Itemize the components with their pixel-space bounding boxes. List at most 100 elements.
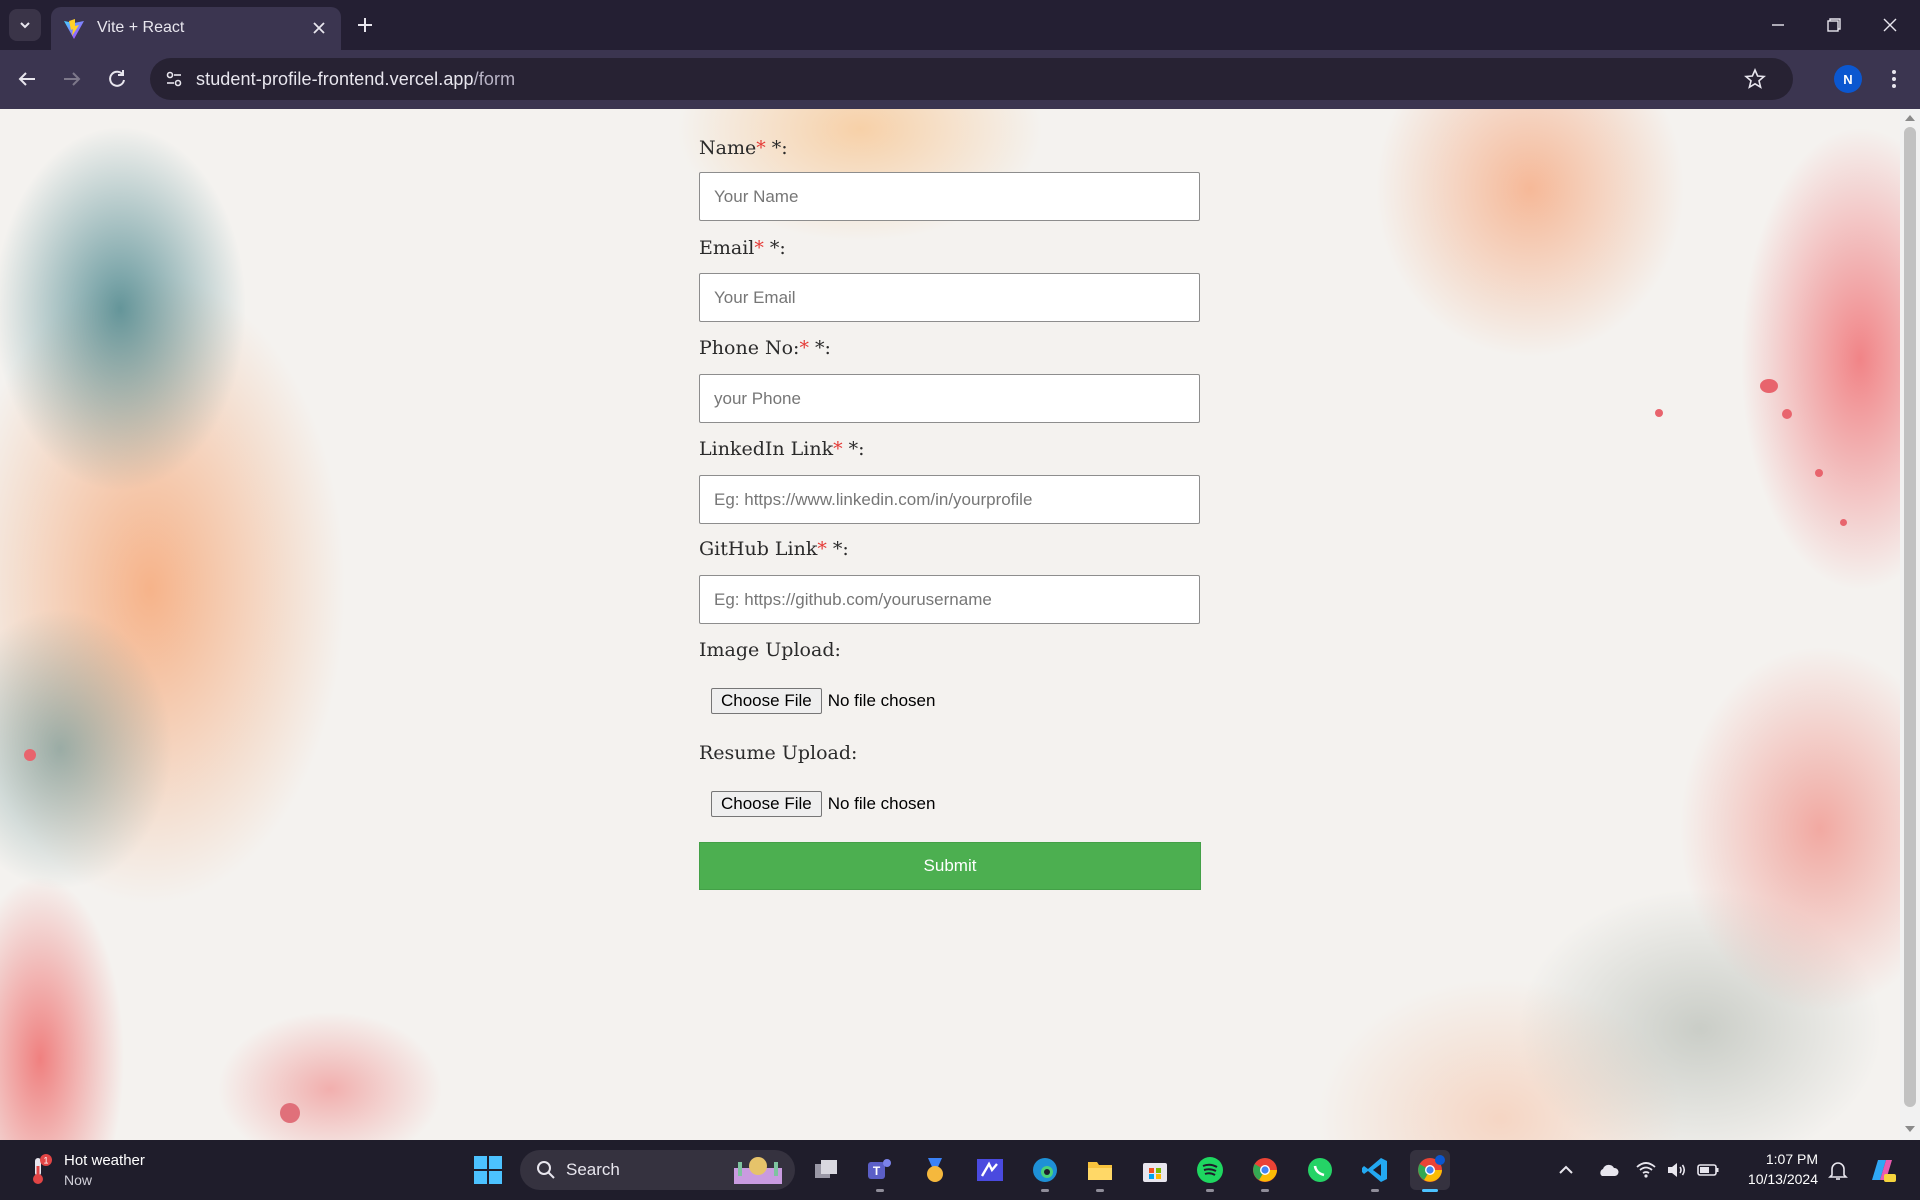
linkedin-label-text: LinkedIn Link: [699, 438, 834, 460]
kebab-menu-icon[interactable]: [1880, 65, 1908, 93]
new-tab-plus-icon[interactable]: [352, 12, 378, 38]
required-mark: *: [799, 337, 809, 359]
resume-upload-label: Resume Upload:: [699, 742, 858, 764]
teams-icon: T: [868, 1159, 891, 1179]
phone-label: Phone No:* *:: [699, 337, 831, 359]
email-input[interactable]: [699, 273, 1200, 322]
resume-upload-input[interactable]: Choose File No file chosen: [711, 791, 935, 817]
minimize-icon[interactable]: [1763, 12, 1793, 38]
label-suffix: *:: [765, 137, 788, 159]
tab-search-button[interactable]: [9, 9, 41, 41]
system-clock[interactable]: 1:07 PM 10/13/2024: [1736, 1149, 1818, 1189]
close-icon[interactable]: [309, 18, 329, 38]
running-indicator: [1206, 1189, 1214, 1192]
site-info-button[interactable]: [160, 65, 188, 93]
email-label-text: Email: [699, 237, 755, 259]
url-text: student-profile-frontend.vercel.app/form: [196, 69, 515, 90]
phone-label-text: Phone No:: [699, 337, 800, 359]
editor-app[interactable]: [970, 1150, 1010, 1190]
copilot-icon[interactable]: [1866, 1154, 1898, 1186]
task-view-icon: [815, 1160, 837, 1178]
edge-icon: [1033, 1158, 1057, 1182]
volume-icon[interactable]: [1664, 1158, 1688, 1182]
vscode-app[interactable]: [1355, 1150, 1395, 1192]
taskbar-search-box[interactable]: Search: [520, 1150, 795, 1190]
reload-icon[interactable]: [103, 65, 131, 93]
scroll-down-arrow-icon[interactable]: [1905, 1126, 1915, 1132]
file-explorer-app[interactable]: [1080, 1150, 1120, 1192]
battery-icon[interactable]: [1696, 1158, 1720, 1182]
github-label: GitHub Link* *:: [699, 538, 849, 560]
tab-title: Vite + React: [97, 19, 185, 36]
weather-widget[interactable]: 1 Hot weather Now: [22, 1148, 192, 1192]
paint-splatter: [1760, 379, 1778, 393]
image-choose-file-button[interactable]: Choose File: [711, 688, 822, 714]
thermometer-icon: 1: [33, 1154, 52, 1184]
scroll-up-arrow-icon[interactable]: [1905, 115, 1915, 121]
label-suffix: *:: [808, 337, 831, 359]
microsoft-store-app[interactable]: [1135, 1150, 1175, 1190]
weather-subtitle: Now: [64, 1172, 93, 1188]
tune-settings-icon: [166, 71, 182, 87]
paint-splatter: [1840, 519, 1847, 526]
whatsapp-icon: [1308, 1158, 1332, 1182]
required-mark: *: [833, 438, 843, 460]
linkedin-input[interactable]: [699, 475, 1200, 524]
chrome-active-app[interactable]: [1410, 1150, 1450, 1192]
name-input[interactable]: [699, 172, 1200, 221]
paint-splatter: [1782, 409, 1792, 419]
image-file-status: No file chosen: [827, 691, 936, 710]
vite-logo-icon: [64, 19, 84, 39]
chrome-profile-app[interactable]: [1245, 1150, 1285, 1192]
paint-splatter: [1815, 469, 1823, 477]
label-suffix: *:: [826, 538, 849, 560]
browser-tab-bar: Vite + React: [0, 0, 1920, 50]
medal-app[interactable]: [915, 1150, 955, 1190]
running-indicator: [1261, 1189, 1269, 1192]
back-arrow-icon[interactable]: [13, 65, 41, 93]
forward-arrow-icon[interactable]: [58, 65, 86, 93]
name-label: Name* *:: [699, 137, 788, 159]
phone-input[interactable]: [699, 374, 1200, 423]
spotify-icon: [1197, 1157, 1223, 1183]
notification-bell-icon[interactable]: [1826, 1158, 1850, 1182]
start-button[interactable]: [468, 1150, 508, 1190]
page-scrollbar[interactable]: [1900, 109, 1920, 1140]
label-suffix: *:: [842, 438, 865, 460]
image-upload-input[interactable]: Choose File No file chosen: [711, 688, 935, 714]
running-indicator: [876, 1189, 884, 1192]
chrome-icon: [1418, 1155, 1445, 1182]
scrollbar-thumb[interactable]: [1904, 127, 1916, 1107]
folder-icon: [1088, 1162, 1112, 1180]
edge-browser-app[interactable]: [1025, 1150, 1065, 1192]
spotify-app[interactable]: [1190, 1150, 1230, 1192]
active-indicator: [1422, 1189, 1438, 1192]
address-bar[interactable]: student-profile-frontend.vercel.app/form: [150, 58, 1793, 100]
wifi-icon[interactable]: [1634, 1158, 1658, 1182]
resume-choose-file-button[interactable]: Choose File: [711, 791, 822, 817]
onedrive-cloud-icon[interactable]: [1596, 1158, 1620, 1182]
search-highlight-illustration-icon: [734, 1157, 782, 1184]
windows-logo-icon: [474, 1156, 502, 1184]
profile-avatar[interactable]: N: [1834, 65, 1862, 93]
whatsapp-app[interactable]: [1300, 1150, 1340, 1190]
page-viewport: Name* *: Email* *: Phone No:* *: LinkedI…: [0, 109, 1900, 1140]
teams-app[interactable]: T: [860, 1150, 900, 1192]
vscode-icon: [1362, 1158, 1387, 1182]
linkedin-label: LinkedIn Link* *:: [699, 438, 865, 460]
task-view-button[interactable]: [806, 1150, 846, 1190]
url-path: /form: [473, 69, 516, 89]
submit-button[interactable]: Submit: [699, 842, 1201, 890]
browser-tab-active[interactable]: Vite + React: [51, 7, 341, 50]
chevron-up-icon[interactable]: [1554, 1158, 1578, 1182]
search-label: Search: [566, 1160, 620, 1179]
weather-alert-badge: 1: [43, 1156, 48, 1166]
bookmark-star-icon[interactable]: [1743, 67, 1767, 91]
github-input[interactable]: [699, 575, 1200, 624]
running-indicator: [1096, 1189, 1104, 1192]
running-indicator: [1041, 1189, 1049, 1192]
medal-icon: [927, 1158, 943, 1182]
restore-icon[interactable]: [1818, 12, 1848, 38]
image-upload-label: Image Upload:: [699, 639, 841, 661]
window-close-icon[interactable]: [1875, 12, 1905, 38]
